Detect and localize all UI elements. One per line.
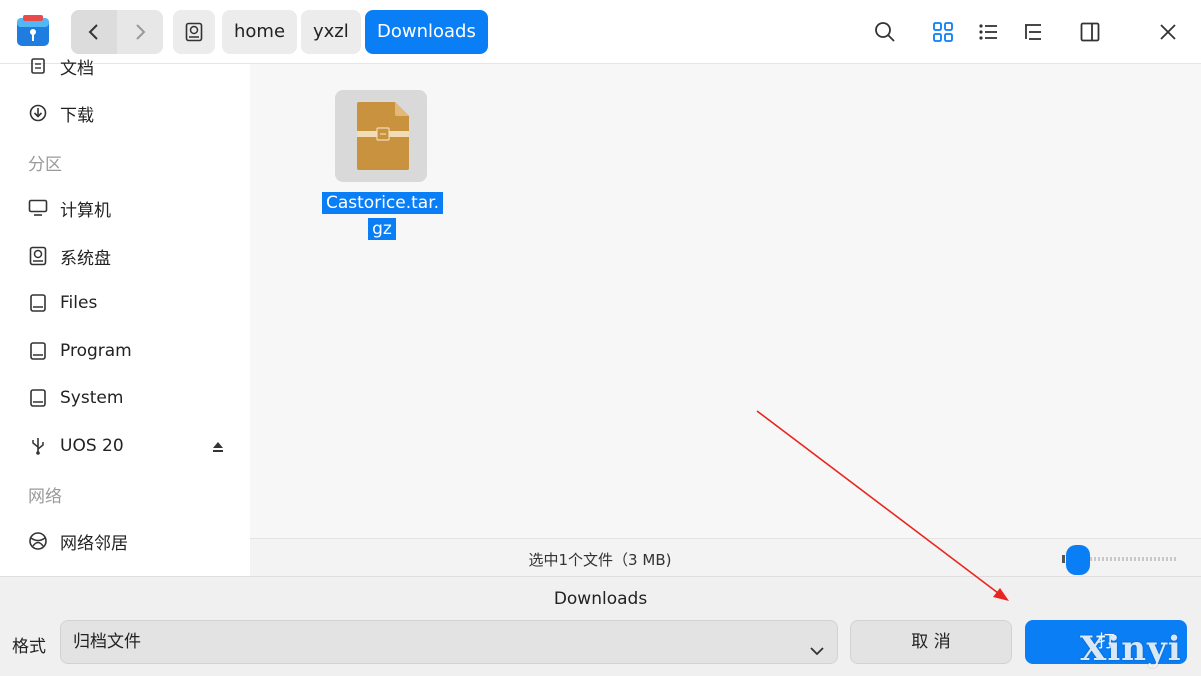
sidebar-item-documents[interactable]: 文档	[0, 44, 250, 88]
close-button[interactable]	[1154, 18, 1182, 46]
icon-view-icon	[933, 22, 953, 42]
sidebar-item-label: 下载	[60, 105, 94, 126]
breadcrumb-downloads[interactable]: Downloads	[365, 10, 488, 54]
sidebar-item-label: 网络邻居	[60, 533, 128, 554]
sidebar-item-system[interactable]: System	[0, 376, 250, 420]
icon-size-slider-handle[interactable]	[1066, 545, 1090, 575]
search-icon	[875, 22, 895, 42]
close-icon	[1160, 24, 1176, 40]
watermark: Xinyi	[1080, 629, 1182, 669]
usb-icon	[28, 436, 48, 456]
sidebar: 文档 下载 分区 计算机 系统盘 Files Program System UO…	[0, 58, 250, 576]
disk-icon	[185, 22, 203, 42]
sidebar-item-label: Files	[60, 293, 98, 313]
list-view-button[interactable]	[974, 18, 1002, 46]
file-name-line1: Castorice.tar.	[322, 192, 444, 214]
format-select[interactable]: 归档文件	[60, 620, 838, 664]
tree-view-icon	[1025, 24, 1041, 40]
sidebar-item-label: System	[60, 388, 124, 408]
file-save-dialog: home yxzl Downloads 文档 下载 分区 计算机 系统盘 Fil…	[0, 0, 1201, 676]
breadcrumb-yxzl[interactable]: yxzl	[301, 10, 361, 54]
disk-icon	[28, 246, 48, 266]
selection-status-text: 选中1个文件（3 MB)	[528, 551, 672, 569]
format-label: 格式	[12, 637, 46, 657]
sidebar-item-system-disk[interactable]: 系统盘	[0, 234, 250, 278]
tree-view-button[interactable]	[1019, 18, 1047, 46]
sidebar-item-downloads[interactable]: 下载	[0, 91, 250, 135]
section-header-network: 网络	[28, 487, 62, 507]
sidebar-item-network-neighbors[interactable]: 网络邻居	[0, 519, 250, 563]
icon-view-button[interactable]	[929, 18, 957, 46]
sidebar-item-label: 计算机	[60, 200, 111, 221]
file-view: Castorice.tar. gz	[250, 64, 1201, 538]
download-icon	[28, 103, 48, 123]
status-bar: 选中1个文件（3 MB)	[250, 538, 1201, 576]
drive-icon	[28, 388, 48, 408]
section-header-partitions: 分区	[28, 155, 62, 175]
sidebar-item-label: Program	[60, 341, 132, 361]
sidebar-item-label: 系统盘	[60, 248, 111, 269]
list-view-icon	[979, 24, 997, 40]
chevron-down-icon	[809, 633, 825, 675]
sidebar-item-label: UOS 20	[60, 436, 124, 456]
drive-icon	[28, 341, 48, 361]
chevron-left-icon	[88, 24, 98, 40]
file-name-line2: gz	[368, 218, 396, 240]
sidebar-toggle-icon	[1080, 22, 1100, 42]
eject-icon[interactable]	[212, 438, 224, 458]
drive-icon	[28, 293, 48, 313]
sidebar-item-label: 文档	[60, 58, 94, 79]
sidebar-toggle-button[interactable]	[1076, 18, 1104, 46]
document-icon	[28, 56, 48, 76]
sidebar-item-uos20[interactable]: UOS 20	[0, 424, 250, 468]
network-icon	[28, 531, 48, 551]
icon-size-slider-tick	[1062, 555, 1065, 563]
format-select-value: 归档文件	[73, 632, 141, 652]
cancel-button[interactable]: 取 消	[850, 620, 1012, 664]
archive-icon	[335, 90, 427, 182]
file-name-label: Castorice.tar. gz	[322, 190, 444, 242]
sidebar-item-program[interactable]: Program	[0, 329, 250, 373]
chevron-right-icon	[136, 24, 146, 40]
current-directory-label: Downloads	[553, 589, 648, 609]
sidebar-item-computer[interactable]: 计算机	[0, 186, 250, 230]
sidebar-item-files[interactable]: Files	[0, 281, 250, 325]
search-button[interactable]	[871, 18, 899, 46]
computer-icon	[28, 198, 48, 218]
save-panel: Downloads 格式 归档文件 取 消 打 Xinyi	[0, 576, 1201, 676]
